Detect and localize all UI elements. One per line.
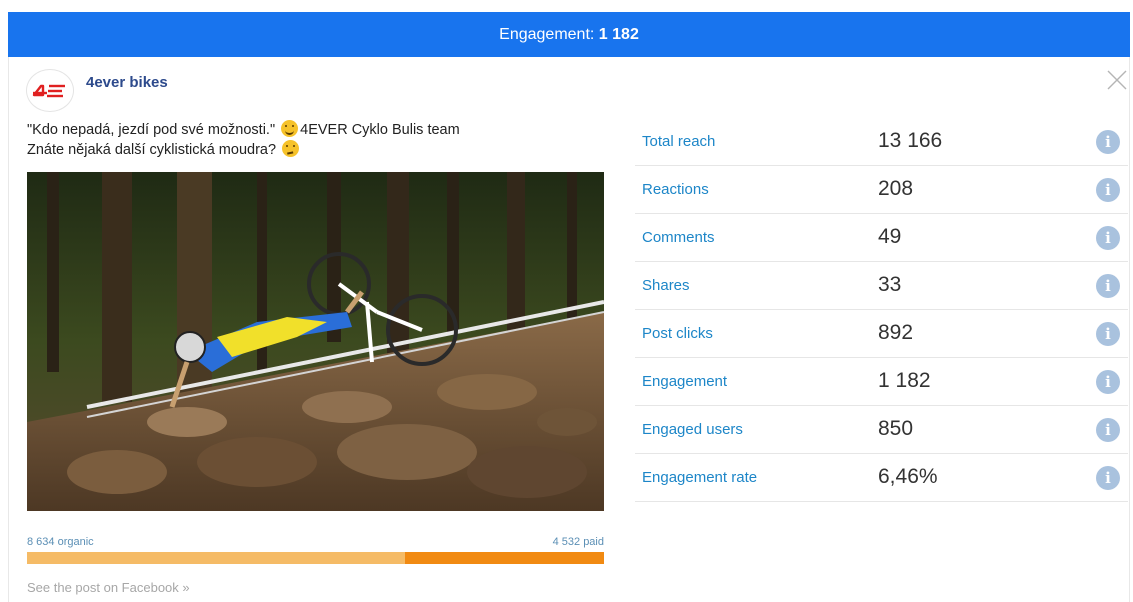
stat-row: Shares 33 i	[635, 262, 1128, 310]
reach-split-bar	[27, 552, 604, 564]
post-text: "Kdo nepadá, jezdí pod své možnosti." 4E…	[27, 120, 587, 160]
reach-labels: 8 634 organic 4 532 paid	[27, 536, 604, 550]
stat-row: Engagement rate 6,46% i	[635, 454, 1128, 502]
stat-row: Total reach 13 166 i	[635, 118, 1128, 166]
smiley-emoji-icon	[281, 120, 299, 137]
stat-value: 208	[878, 177, 914, 200]
stat-value: 33	[878, 273, 902, 296]
stat-value: 49	[878, 225, 902, 248]
stat-value: 13 166	[878, 129, 943, 152]
paid-reach-fill	[405, 552, 604, 564]
close-icon[interactable]	[1106, 69, 1128, 91]
post-image[interactable]	[27, 172, 604, 511]
engagement-header-bar: Engagement: 1 182	[8, 12, 1130, 57]
stat-label: Total reach	[642, 133, 716, 150]
stat-value: 850	[878, 417, 914, 440]
post-question: Znáte nějaká další cyklistická moudra?	[27, 142, 277, 158]
organic-reach-label: 8 634 organic	[27, 536, 94, 548]
stat-label: Engagement rate	[642, 469, 758, 486]
brand-logo-icon	[32, 84, 65, 97]
stat-label: Shares	[642, 277, 690, 294]
stat-row: Engaged users 850 i	[635, 406, 1128, 454]
stat-label: Post clicks	[642, 325, 713, 342]
thinking-emoji-icon	[282, 140, 300, 157]
stat-label: Engagement	[642, 373, 728, 390]
stat-value: 892	[878, 321, 914, 344]
page-name-link[interactable]: 4ever bikes	[86, 74, 168, 91]
info-icon[interactable]: i	[1096, 130, 1120, 154]
stat-row: Post clicks 892 i	[635, 310, 1128, 358]
paid-reach-label: 4 532 paid	[552, 536, 604, 548]
stat-value: 6,46%	[878, 465, 938, 488]
post-team: 4EVER Cyklo Bulis team	[300, 122, 460, 138]
info-icon[interactable]: i	[1096, 226, 1120, 250]
stat-value: 1 182	[878, 369, 931, 392]
stats-table: Total reach 13 166 i Reactions 208 i Comments 4…	[635, 118, 1128, 502]
info-icon[interactable]: i	[1096, 274, 1120, 298]
stat-row: Reactions 208 i	[635, 166, 1128, 214]
info-icon[interactable]: i	[1096, 418, 1120, 442]
engagement-header-value: 1 182	[598, 26, 639, 43]
stat-label: Comments	[642, 229, 715, 246]
stat-label: Reactions	[642, 181, 709, 198]
stat-label: Engaged users	[642, 421, 743, 438]
engagement-header-label: Engagement:	[499, 26, 595, 43]
post-quote: "Kdo nepadá, jezdí pod své možnosti."	[27, 122, 276, 138]
info-icon[interactable]: i	[1096, 178, 1120, 202]
info-icon[interactable]: i	[1096, 322, 1120, 346]
stat-row: Engagement 1 182 i	[635, 358, 1128, 406]
page-logo[interactable]	[26, 69, 74, 112]
stat-row: Comments 49 i	[635, 214, 1128, 262]
info-icon[interactable]: i	[1096, 466, 1120, 490]
see-post-on-facebook-link[interactable]: See the post on Facebook »	[27, 580, 190, 595]
info-icon[interactable]: i	[1096, 370, 1120, 394]
